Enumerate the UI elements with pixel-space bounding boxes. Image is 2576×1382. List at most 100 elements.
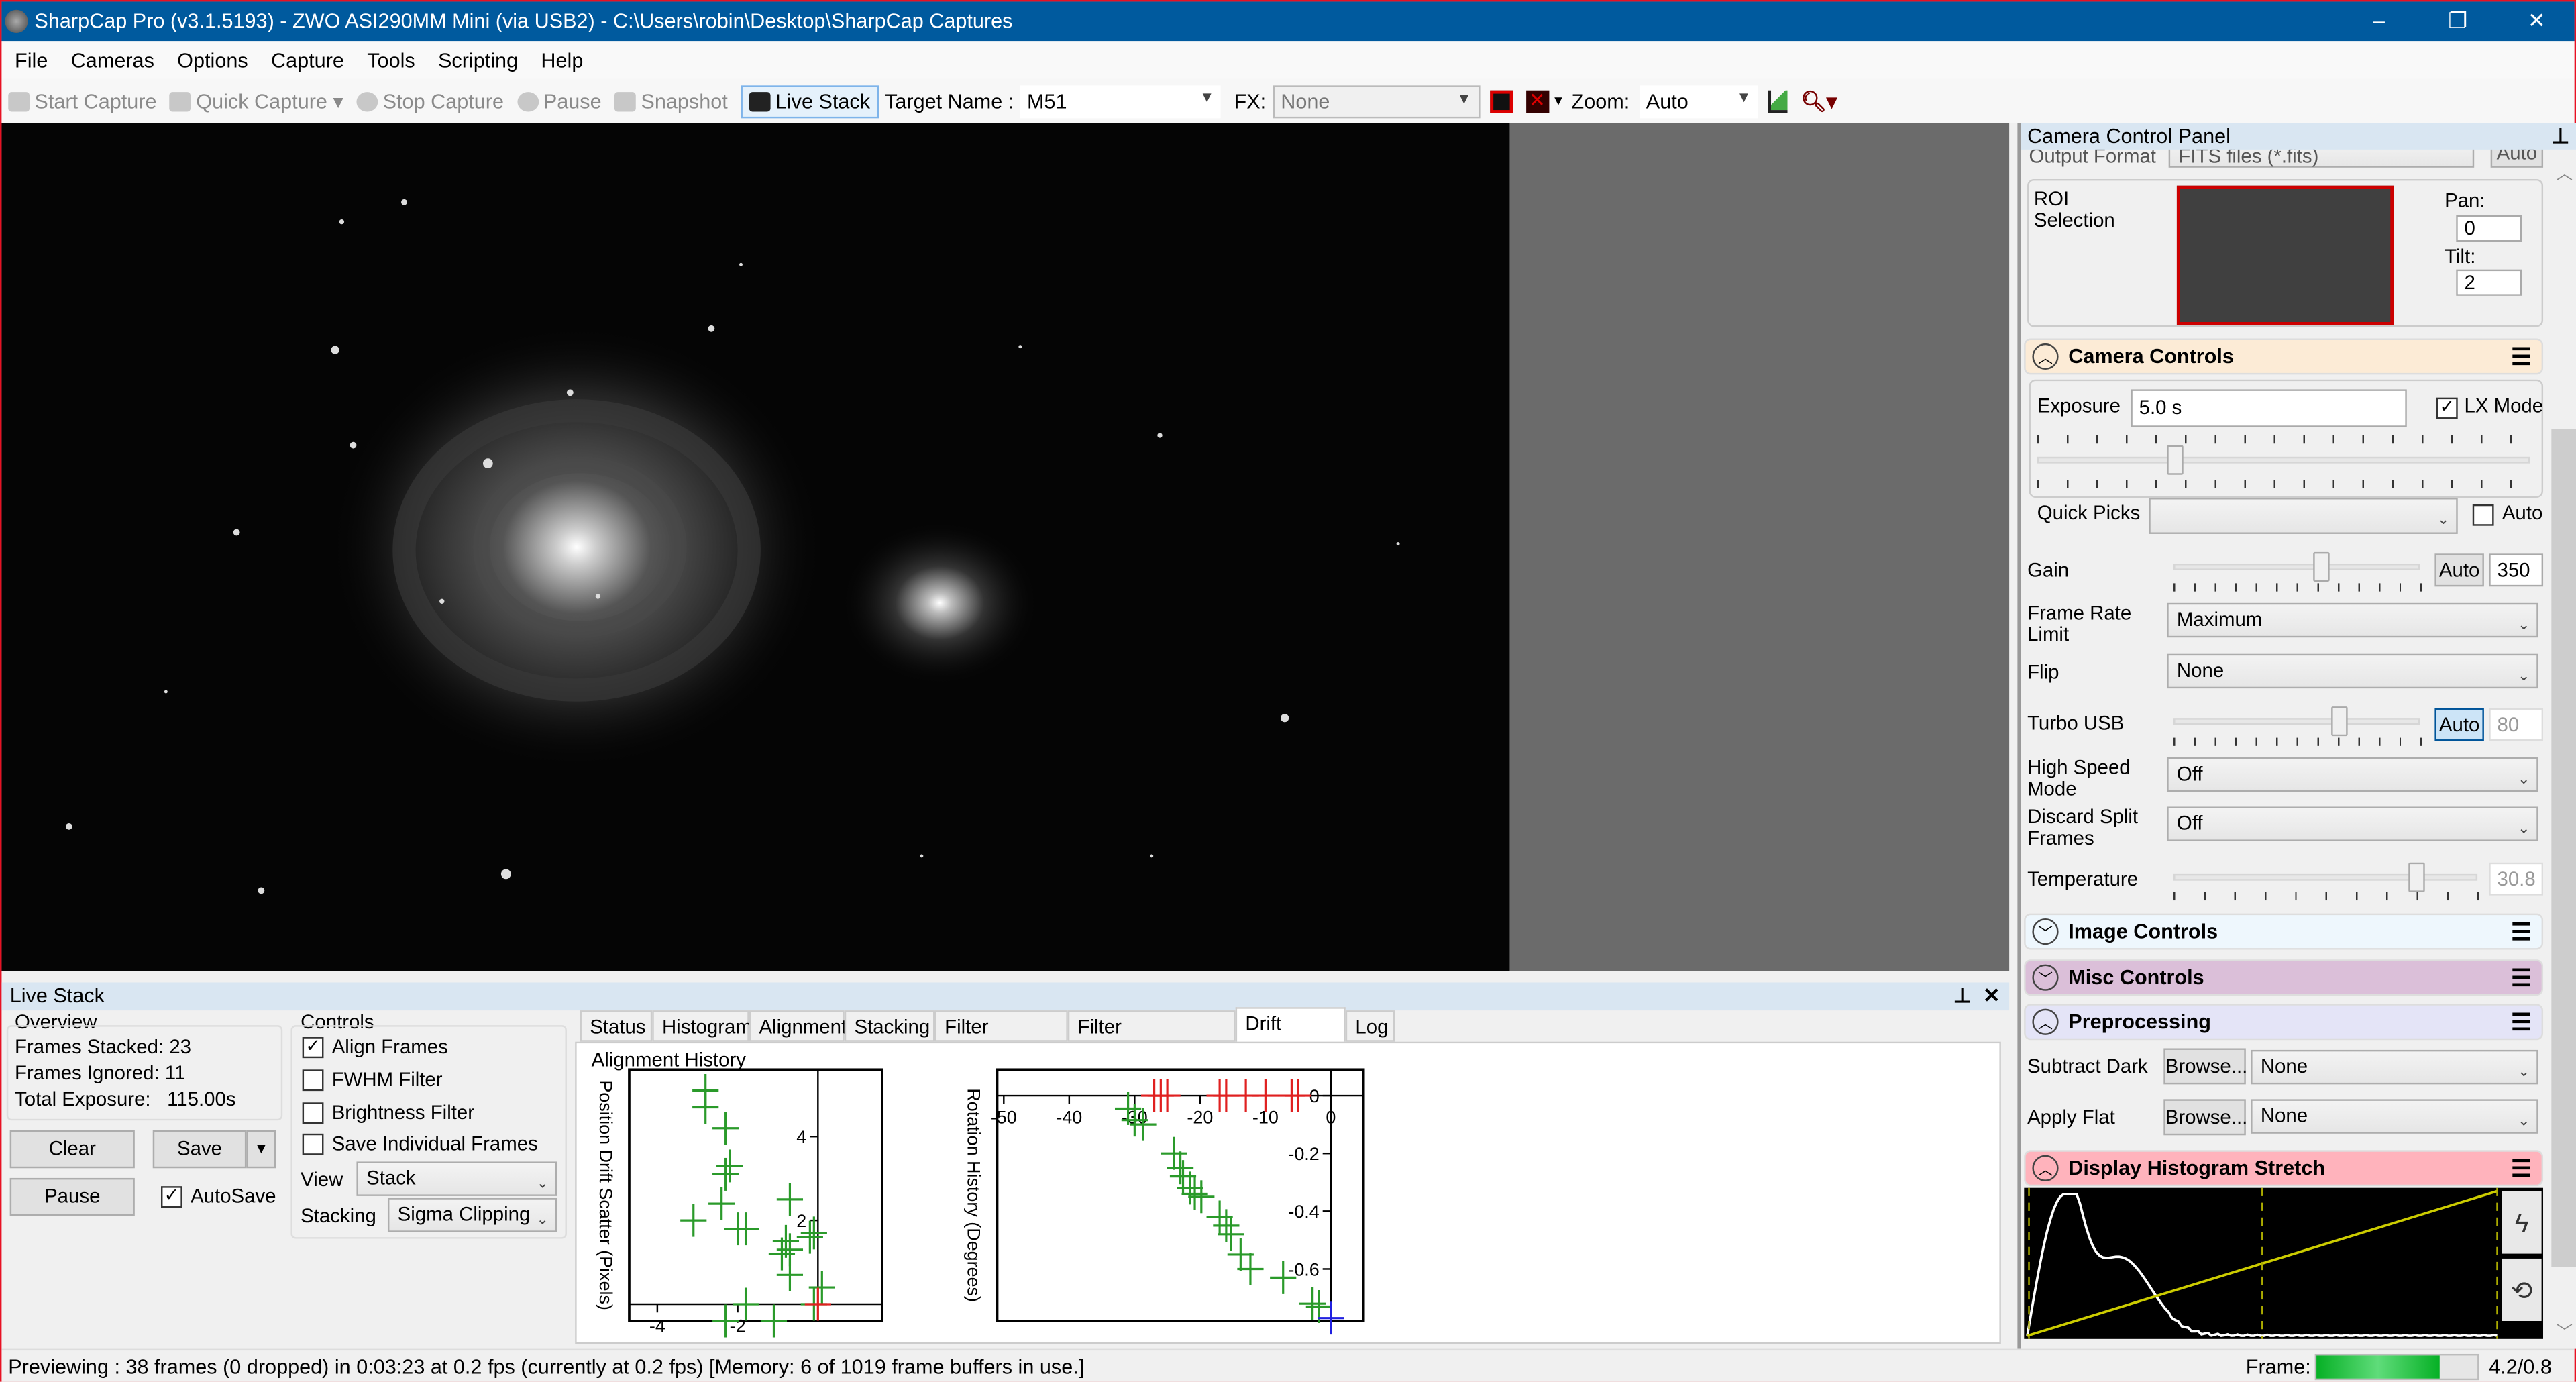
pin-icon[interactable]: ⊥ — [1953, 983, 1972, 1011]
start-capture-button[interactable]: Start Capture — [8, 89, 156, 113]
pin-icon[interactable]: ⊥ — [2552, 123, 2570, 150]
chevron-down-icon: ﹀ — [2032, 964, 2059, 991]
menu-help[interactable]: Help — [541, 48, 583, 71]
menu-icon[interactable]: ☰ — [2511, 918, 2532, 946]
fx-combo[interactable]: None ▼ — [1272, 85, 1480, 118]
exposure-input[interactable]: 5.0 s — [2131, 389, 2407, 427]
stop-capture-label: Stop Capture — [382, 89, 504, 113]
tilt-input[interactable]: 2 — [2456, 269, 2522, 296]
autosave-checkbox[interactable]: ✓ — [161, 1186, 182, 1208]
close-icon[interactable]: ✕ — [1983, 983, 2000, 1011]
lx-mode-checkbox[interactable]: ✓ — [2436, 397, 2458, 419]
high-speed-combo[interactable]: Off ⌄ — [2167, 757, 2538, 792]
chevron-down-icon: ⌄ — [2517, 1112, 2530, 1129]
title-bar: SharpCap Pro (v3.1.5193) - ZWO ASI290MM … — [1, 1, 2575, 42]
restore-button[interactable]: ❐ — [2420, 1, 2496, 41]
gain-slider[interactable] — [2174, 564, 2420, 570]
histogram-stretch-header[interactable]: ︿ Display Histogram Stretch ☰ — [2024, 1150, 2544, 1187]
target-name-label: Target Name : — [885, 89, 1014, 113]
subtract-dark-browse-button[interactable]: Browse... — [2163, 1048, 2247, 1085]
tab-stacking[interactable]: Stacking — [844, 1010, 935, 1042]
section-title: Image Controls — [2068, 920, 2218, 943]
histogram-icon[interactable] — [1768, 89, 1788, 113]
turbo-usb-slider[interactable] — [2174, 718, 2420, 725]
apply-flat-browse-button[interactable]: Browse... — [2163, 1099, 2247, 1136]
menu-cameras[interactable]: Cameras — [71, 48, 154, 71]
align-frames-checkbox[interactable]: ✓ — [302, 1036, 324, 1059]
menu-icon[interactable]: ☰ — [2511, 343, 2532, 371]
turbo-usb-slider-thumb[interactable] — [2330, 706, 2347, 737]
gain-input[interactable]: 350 — [2489, 553, 2544, 587]
save-dropdown-button[interactable]: ▼ — [246, 1130, 276, 1169]
apply-flat-combo[interactable]: None ⌄ — [2251, 1099, 2538, 1134]
reticle-icon[interactable] — [1489, 89, 1513, 113]
image-controls-header[interactable]: ﹀ Image Controls ☰ — [2024, 913, 2544, 950]
gain-auto-button[interactable]: Auto — [2434, 553, 2484, 587]
camera-controls-header[interactable]: ︿ Camera Controls ☰ — [2024, 338, 2544, 375]
save-individual-checkbox[interactable] — [302, 1133, 324, 1155]
live-stack-button[interactable]: Live Stack — [741, 85, 879, 118]
pause-stack-button[interactable]: Pause — [9, 1177, 135, 1216]
stacking-combo[interactable]: Sigma Clipping ⌄ — [387, 1198, 557, 1232]
fwhm-filter-checkbox[interactable] — [302, 1069, 324, 1092]
snapshot-button[interactable]: Snapshot — [614, 89, 728, 113]
frame-rate-value: Maximum — [2176, 608, 2263, 631]
menu-scripting[interactable]: Scripting — [438, 48, 518, 71]
turbo-usb-input[interactable]: 80 — [2489, 708, 2544, 741]
zoom-combo[interactable]: Auto ▼ — [1639, 85, 1758, 118]
tab-log[interactable]: Log — [1345, 1010, 1395, 1042]
subtract-dark-combo[interactable]: None ⌄ — [2251, 1049, 2538, 1085]
gain-slider-thumb[interactable] — [2313, 551, 2330, 582]
section-title: Camera Controls — [2068, 345, 2234, 368]
tab-filter-brightness[interactable]: Filter (Brightness) — [1067, 1010, 1236, 1068]
camera-image-view[interactable] — [1, 123, 1510, 971]
pause-icon — [517, 91, 539, 111]
target-name-combo[interactable]: M51 ▼ — [1020, 85, 1221, 118]
save-button[interactable]: Save — [152, 1130, 247, 1169]
menu-icon[interactable]: ☰ — [2511, 963, 2532, 992]
menu-options[interactable]: Options — [177, 48, 248, 71]
scroll-up-icon[interactable]: ︿ — [2557, 160, 2573, 184]
exposure-slider-thumb[interactable] — [2167, 445, 2184, 475]
quick-capture-button[interactable]: Quick Capture ▾ — [170, 89, 343, 113]
tab-drift-graph[interactable]: Drift Graph — [1235, 1007, 1346, 1065]
roi-selector[interactable] — [2176, 185, 2394, 325]
tab-status[interactable]: Status — [580, 1010, 653, 1042]
close-button[interactable]: ✕ — [2499, 1, 2575, 41]
discard-split-combo[interactable]: Off ⌄ — [2167, 806, 2538, 841]
menu-file[interactable]: File — [15, 48, 48, 71]
tab-alignment[interactable]: Alignment — [749, 1010, 847, 1042]
stop-capture-button[interactable]: Stop Capture — [356, 89, 504, 113]
misc-controls-header[interactable]: ﹀ Misc Controls ☰ — [2024, 959, 2544, 996]
scrollbar-thumb[interactable] — [2551, 429, 2576, 1267]
quick-picks-auto-checkbox[interactable] — [2472, 504, 2494, 526]
menu-tools[interactable]: Tools — [367, 48, 415, 71]
view-combo[interactable]: Stack ⌄ — [356, 1161, 557, 1196]
minimize-button[interactable]: – — [2341, 1, 2417, 41]
turbo-auto-button[interactable]: Auto — [2434, 708, 2484, 741]
scroll-down-icon[interactable]: ﹀ — [2557, 1318, 2573, 1342]
panel-scrollbar[interactable]: ︿ ﹀ — [2549, 149, 2576, 1349]
brightness-filter-checkbox[interactable] — [302, 1102, 324, 1124]
crosshair-icon[interactable]: ✕ — [1525, 89, 1549, 113]
clear-button[interactable]: Clear — [9, 1130, 135, 1169]
menu-capture[interactable]: Capture — [271, 48, 344, 71]
tab-histogram[interactable]: Histogram — [652, 1010, 752, 1042]
menu-icon[interactable]: ☰ — [2511, 1008, 2532, 1036]
flip-combo[interactable]: None ⌄ — [2167, 653, 2538, 689]
tab-filter-fwhm[interactable]: Filter (FWHM) — [934, 1010, 1068, 1068]
star — [331, 346, 339, 354]
menu-icon[interactable]: ☰ — [2511, 1154, 2532, 1182]
quick-picks-combo[interactable]: ⌄ — [2149, 498, 2458, 534]
frame-rate-combo[interactable]: Maximum ⌄ — [2167, 602, 2538, 638]
x-tick-label: 0 — [1326, 1108, 1336, 1128]
chevron-down-icon[interactable]: ▼ — [1552, 94, 1564, 109]
magnifier-icon[interactable]: 🔍︎▾ — [1801, 88, 1837, 114]
pan-input[interactable]: 0 — [2456, 215, 2522, 242]
chevron-down-icon: ⌄ — [2517, 616, 2530, 633]
histogram-stretch-display[interactable]: ϟ ⟲ — [2024, 1187, 2544, 1339]
exposure-slider[interactable] — [2037, 456, 2530, 464]
preprocessing-header[interactable]: ︿ Preprocessing ☰ — [2024, 1004, 2544, 1041]
pause-button[interactable]: Pause — [517, 89, 602, 113]
y-axis-label: Position Drift Scatter (Pixels) — [596, 1080, 616, 1310]
